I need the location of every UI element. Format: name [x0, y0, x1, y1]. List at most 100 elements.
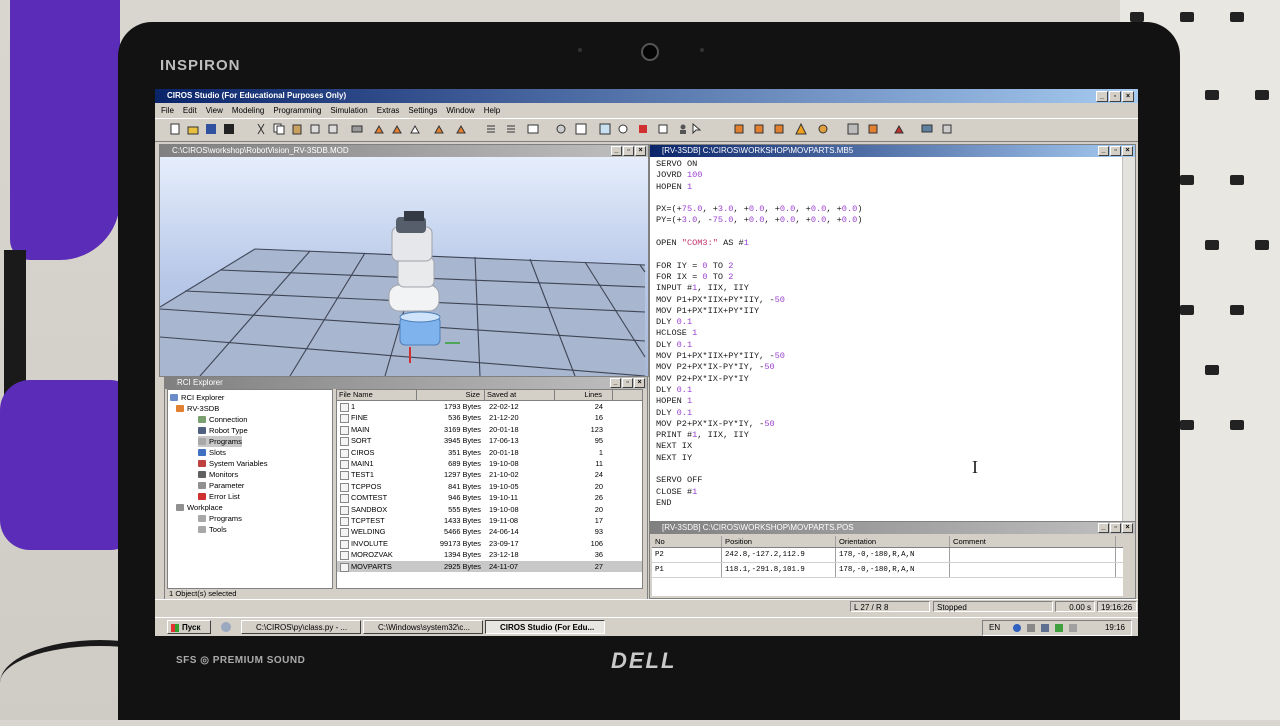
- list-item[interactable]: CIROS 351 Bytes 20-01-18 1: [337, 447, 642, 458]
- minimize-button[interactable]: _: [611, 146, 622, 156]
- robot-icon[interactable]: [733, 123, 745, 135]
- copy-icon[interactable]: [273, 123, 285, 135]
- grid-icon[interactable]: [575, 123, 587, 135]
- battery-icon[interactable]: [1041, 624, 1049, 632]
- tree-item-monitors[interactable]: Monitors: [198, 469, 238, 480]
- tree-item-system-variables[interactable]: System Variables: [198, 458, 268, 469]
- chat-icon[interactable]: [617, 123, 629, 135]
- menu-edit[interactable]: Edit: [183, 104, 197, 117]
- tree-item-workplace-tools[interactable]: Tools: [198, 524, 227, 535]
- settings-icon[interactable]: [817, 123, 829, 135]
- list-item[interactable]: INVOLUTE 99173 Bytes 23-09-17 106: [337, 538, 642, 549]
- tree-item-connection[interactable]: Connection: [198, 414, 247, 425]
- teach-icon[interactable]: [893, 123, 905, 135]
- tree-item-slots[interactable]: Slots: [198, 447, 226, 458]
- list-item[interactable]: MOROZVAK 1394 Bytes 23-12-18 36: [337, 549, 642, 561]
- tree-item-root[interactable]: RCI Explorer: [170, 392, 224, 403]
- list-icon[interactable]: [485, 123, 497, 135]
- list-item[interactable]: MAIN1 689 Bytes 19-10-08 11: [337, 458, 642, 469]
- robot-icon[interactable]: [409, 123, 421, 135]
- volume-icon[interactable]: [1069, 624, 1077, 632]
- language-indicator[interactable]: EN: [989, 621, 1000, 635]
- table-row[interactable]: P2 242.8,-127.2,112.9 178,-0,-180,R,A,N: [652, 548, 1123, 563]
- col-no[interactable]: No: [652, 536, 722, 547]
- maximize-button[interactable]: ▫: [1110, 523, 1121, 533]
- user-icon[interactable]: [677, 123, 689, 135]
- col-saved-at[interactable]: Saved at: [485, 390, 555, 400]
- menu-help[interactable]: Help: [484, 104, 500, 117]
- palette-icon[interactable]: [599, 123, 611, 135]
- maximize-button[interactable]: ▫: [622, 378, 633, 388]
- task-python-file[interactable]: C:\CIROS\py\class.py - ...: [241, 620, 361, 634]
- robot-icon[interactable]: [433, 123, 445, 135]
- robot-icon[interactable]: [455, 123, 467, 135]
- list-item[interactable]: TCPTEST 1433 Bytes 19-11-08 17: [337, 515, 642, 526]
- list-item[interactable]: MOVPARTS 2925 Bytes 24-11-07 27: [337, 560, 642, 572]
- quicklaunch-icon[interactable]: [221, 622, 231, 632]
- tree-item-programs[interactable]: Programs: [198, 436, 242, 447]
- warning-icon[interactable]: [795, 123, 807, 135]
- table-row[interactable]: P1 118.1,-291.8,101.9 178,-0,-180,R,A,N: [652, 563, 1123, 578]
- close-button[interactable]: ×: [635, 146, 646, 156]
- paste-icon[interactable]: [291, 123, 303, 135]
- stop-icon[interactable]: [637, 123, 649, 135]
- minimize-button[interactable]: _: [1096, 91, 1108, 102]
- task-ciros-studio[interactable]: CIROS Studio (For Edu...: [485, 620, 605, 634]
- redo-icon[interactable]: [327, 123, 339, 135]
- close-button[interactable]: ×: [1122, 146, 1133, 156]
- code-editor[interactable]: SERVO ON JOVRD 100 HOPEN 1 PX=(+75.0, +3…: [656, 159, 1119, 520]
- list-item[interactable]: SANDBOX 555 Bytes 19-10-08 20: [337, 504, 642, 515]
- col-orientation[interactable]: Orientation: [836, 536, 950, 547]
- robot-icon[interactable]: [373, 123, 385, 135]
- col-lines[interactable]: Lines: [555, 390, 613, 400]
- save-icon[interactable]: [205, 123, 217, 135]
- maximize-button[interactable]: ▫: [1110, 146, 1121, 156]
- robot-icon[interactable]: [753, 123, 765, 135]
- maximize-button[interactable]: ▫: [1109, 91, 1121, 102]
- col-file-name[interactable]: File Name: [337, 390, 417, 400]
- start-button[interactable]: Пуск: [167, 620, 211, 634]
- list-item[interactable]: TCPPOS 841 Bytes 19-10-05 20: [337, 481, 642, 492]
- menu-modeling[interactable]: Modeling: [232, 104, 264, 117]
- col-position[interactable]: Position: [722, 536, 836, 547]
- undo-icon[interactable]: [309, 123, 321, 135]
- compile-icon[interactable]: [351, 123, 363, 135]
- menu-file[interactable]: File: [161, 104, 174, 117]
- minimize-button[interactable]: _: [610, 378, 621, 388]
- network-icon[interactable]: [1013, 624, 1021, 632]
- status-icon[interactable]: [657, 123, 669, 135]
- list-icon[interactable]: [505, 123, 517, 135]
- robot-icon[interactable]: [391, 123, 403, 135]
- camera-icon[interactable]: [555, 123, 567, 135]
- list-item[interactable]: SORT 3945 Bytes 17-06-13 95: [337, 435, 642, 447]
- close-button[interactable]: ×: [1122, 523, 1133, 533]
- close-button[interactable]: ×: [634, 378, 645, 388]
- robot-icon[interactable]: [773, 123, 785, 135]
- menu-window[interactable]: Window: [446, 104, 474, 117]
- tree-item-workplace[interactable]: Workplace: [176, 502, 223, 513]
- open-folder-icon[interactable]: [187, 123, 199, 135]
- menu-extras[interactable]: Extras: [377, 104, 400, 117]
- col-comment[interactable]: Comment: [950, 536, 1116, 547]
- maximize-button[interactable]: ▫: [623, 146, 634, 156]
- display-icon[interactable]: [1027, 624, 1035, 632]
- list-item[interactable]: WELDING 5466 Bytes 24-06-14 93: [337, 526, 642, 538]
- tree-item-error-list[interactable]: Error List: [198, 491, 240, 502]
- list-item[interactable]: 1 1793 Bytes 22-02-12 24: [337, 401, 642, 412]
- menu-programming[interactable]: Programming: [273, 104, 321, 117]
- minimize-button[interactable]: _: [1098, 523, 1109, 533]
- list-item[interactable]: COMTEST 946 Bytes 19-10-11 26: [337, 492, 642, 504]
- view-icon[interactable]: [847, 123, 859, 135]
- editor-scrollbar[interactable]: [1122, 157, 1135, 522]
- transfer-icon[interactable]: [941, 123, 953, 135]
- list-item[interactable]: TEST1 1297 Bytes 21-10-02 24: [337, 469, 642, 481]
- tree-item-workplace-programs[interactable]: Programs: [198, 513, 242, 524]
- 3d-viewport[interactable]: [160, 157, 648, 376]
- cut-icon[interactable]: [255, 123, 267, 135]
- save-all-icon[interactable]: [223, 123, 235, 135]
- list-item[interactable]: MAIN 3169 Bytes 20-01-18 123: [337, 424, 642, 435]
- help-cursor-icon[interactable]: [691, 123, 703, 135]
- col-size[interactable]: Size: [417, 390, 485, 400]
- minimize-button[interactable]: _: [1098, 146, 1109, 156]
- tree-item-parameter[interactable]: Parameter: [198, 480, 244, 491]
